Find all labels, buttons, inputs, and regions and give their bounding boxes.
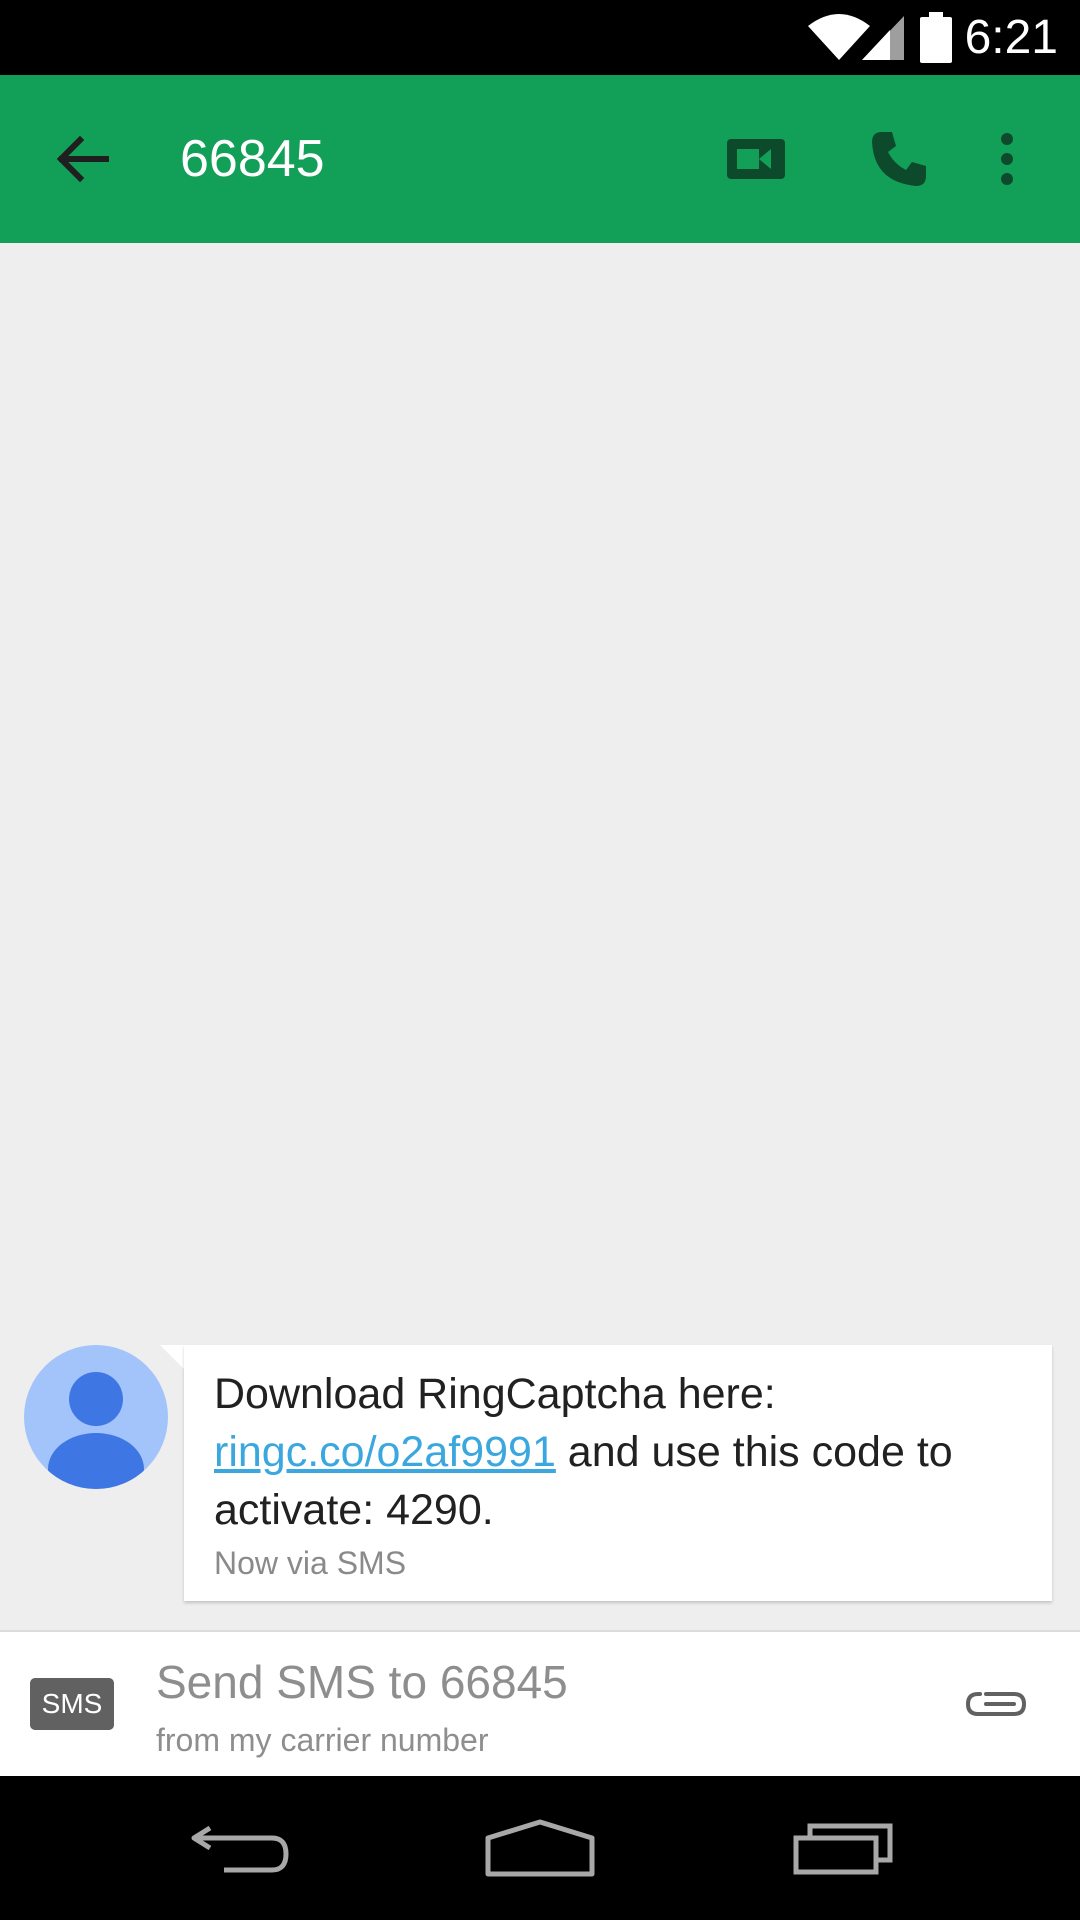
back-button[interactable] bbox=[40, 119, 126, 199]
navigation-bar bbox=[0, 1776, 1080, 1920]
compose-subtext: from my carrier number bbox=[156, 1722, 489, 1758]
message-text-start: Download RingCaptcha here: bbox=[214, 1370, 776, 1418]
video-call-icon bbox=[727, 139, 785, 179]
conversation-toolbar: 66845 bbox=[0, 75, 1080, 243]
message-link[interactable]: ringc.co/o2af9991 bbox=[214, 1428, 556, 1476]
person-icon bbox=[48, 1372, 144, 1489]
nav-back-button[interactable] bbox=[170, 1798, 310, 1898]
paperclip-icon bbox=[965, 1692, 1027, 1716]
video-call-button[interactable] bbox=[715, 119, 797, 199]
attach-button[interactable] bbox=[960, 1668, 1032, 1740]
message-bubble[interactable]: Download RingCaptcha here: ringc.co/o2af… bbox=[184, 1345, 1052, 1601]
cell-signal-icon bbox=[862, 16, 904, 60]
status-bar: 6:21 bbox=[0, 0, 1080, 75]
battery-icon bbox=[920, 12, 952, 63]
status-time: 6:21 bbox=[964, 11, 1058, 64]
compose-bar: SMS from my carrier number bbox=[0, 1630, 1080, 1776]
nav-recents-button[interactable] bbox=[774, 1798, 914, 1898]
back-arrow-icon bbox=[56, 135, 109, 183]
more-options-button[interactable] bbox=[982, 119, 1032, 199]
message-text: Download RingCaptcha here: ringc.co/o2af… bbox=[214, 1365, 1034, 1539]
contact-avatar[interactable] bbox=[24, 1345, 168, 1489]
message-timestamp: Now via SMS bbox=[214, 1545, 407, 1581]
phone-call-button[interactable] bbox=[858, 119, 940, 199]
bubble-tail bbox=[160, 1345, 184, 1369]
more-vert-icon bbox=[1001, 133, 1013, 185]
compose-input[interactable] bbox=[156, 1654, 916, 1710]
nav-home-button[interactable] bbox=[470, 1798, 610, 1898]
home-icon bbox=[485, 1819, 595, 1877]
recents-icon bbox=[793, 1823, 893, 1875]
sms-badge: SMS bbox=[30, 1678, 114, 1730]
conversation-title: 66845 bbox=[180, 130, 325, 188]
back-icon bbox=[191, 1825, 289, 1873]
phone-icon bbox=[872, 132, 926, 186]
